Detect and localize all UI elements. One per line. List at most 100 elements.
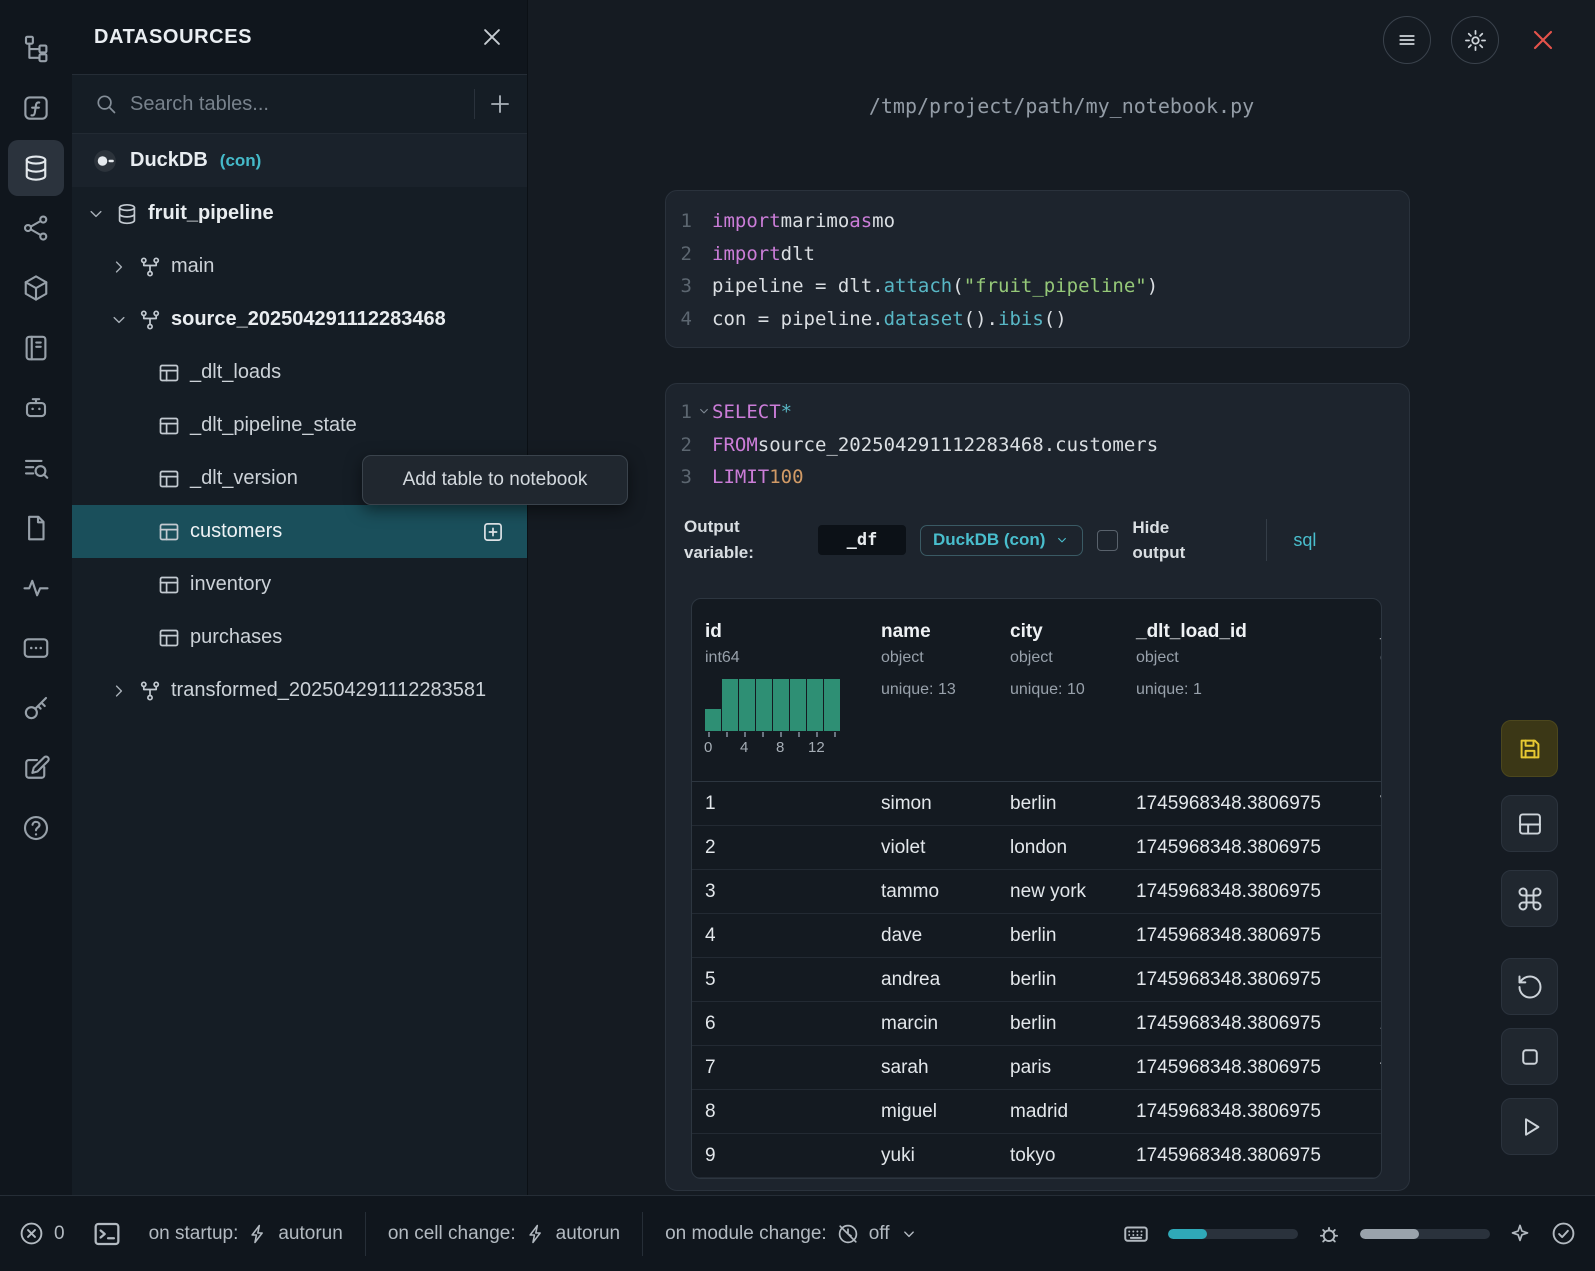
chevron-right-icon[interactable] <box>109 257 129 277</box>
column-header-id[interactable]: idint6404812 <box>692 599 868 781</box>
packages-icon[interactable] <box>8 260 64 316</box>
debug-width-slider[interactable] <box>1360 1229 1490 1239</box>
documentation-icon[interactable] <box>8 500 64 556</box>
ai-assistant-icon[interactable] <box>8 380 64 436</box>
error-count: 0 <box>54 1223 65 1245</box>
settings-button[interactable] <box>1451 16 1499 64</box>
notebook-path: /tmp/project/path/my_notebook.py <box>528 94 1595 118</box>
column-header-_dlt_id[interactable]: _dlt_idobjectunique: 13 <box>1367 599 1382 781</box>
interrupt-button[interactable] <box>1501 1028 1558 1085</box>
add-connection-button[interactable] <box>487 91 513 117</box>
undo-button[interactable] <box>1501 958 1558 1015</box>
close-icon <box>1528 25 1558 55</box>
window-controls <box>1383 16 1567 64</box>
table-cell: berlin <box>997 1013 1123 1035</box>
table-row[interactable]: 7sarahparis1745968348.3806975t <box>692 1046 1381 1090</box>
table-cell: 1745968348.3806975 <box>1123 1145 1367 1167</box>
table-cell: 9 <box>692 1145 868 1167</box>
table-cell: madrid <box>997 1101 1123 1123</box>
run-button[interactable] <box>1501 1098 1558 1155</box>
table-cell: 1745968348.3806975 <box>1123 1013 1367 1035</box>
python-code: 1import marimo as mo2import dlt3pipeline… <box>666 205 1409 335</box>
table-cell: miguel <box>868 1101 997 1123</box>
layout-button[interactable] <box>1501 795 1558 852</box>
snippets-icon[interactable] <box>8 620 64 676</box>
on-cell-change-setting[interactable]: on cell change: autorun <box>388 1223 620 1245</box>
scratchpad-icon[interactable] <box>8 740 64 796</box>
python-code-cell[interactable]: 1import marimo as mo2import dlt3pipeline… <box>665 190 1410 348</box>
variable-explorer-icon[interactable] <box>8 440 64 496</box>
tree-item-purchases[interactable]: purchases <box>72 611 527 664</box>
keyboard-width-slider[interactable] <box>1168 1229 1298 1239</box>
chevron-down-icon[interactable] <box>109 310 129 330</box>
help-icon[interactable] <box>8 800 64 856</box>
shortcuts-button[interactable] <box>1501 870 1558 927</box>
sql-language-tag[interactable]: sql <box>1293 530 1316 551</box>
divider <box>474 89 475 119</box>
table-cell: D <box>1367 837 1382 859</box>
bug-icon <box>1316 1221 1342 1247</box>
table-row[interactable]: 6marcinberlin1745968348.3806975z <box>692 1002 1381 1046</box>
column-header-name[interactable]: nameobjectunique: 13 <box>868 599 997 781</box>
tree-item-_dlt_loads[interactable]: _dlt_loads <box>72 346 527 399</box>
error-counter[interactable]: 0 <box>18 1220 65 1247</box>
tree-item-_dlt_pipeline_state[interactable]: _dlt_pipeline_state <box>72 399 527 452</box>
hide-output-checkbox[interactable] <box>1097 530 1118 551</box>
on-cell-change-label: on cell change: <box>388 1223 516 1245</box>
database-icon <box>115 202 139 226</box>
dependency-graph-icon[interactable] <box>8 200 64 256</box>
table-row[interactable]: 8miguelmadrid1745968348.3806975r <box>692 1090 1381 1134</box>
chevron-right-icon[interactable] <box>109 681 129 701</box>
divider <box>642 1212 643 1256</box>
notebook-area: /tmp/project/path/my_notebook.py 1import… <box>528 0 1595 1195</box>
output-variable-input[interactable]: _df <box>818 525 906 555</box>
menu-button[interactable] <box>1383 16 1431 64</box>
table-cell: london <box>997 837 1123 859</box>
table-row[interactable]: 1simonberlin1745968348.3806975V <box>692 782 1381 826</box>
on-module-change-setting[interactable]: on module change: off <box>665 1222 918 1246</box>
output-table[interactable]: idint6404812nameobjectunique: 13cityobje… <box>691 598 1382 1179</box>
tree-item-main[interactable]: main <box>72 240 527 293</box>
on-startup-label: on startup: <box>149 1223 239 1245</box>
table-cell: h <box>1367 925 1382 947</box>
sql-code-cell[interactable]: 1SELECT *2FROM source_202504291112283468… <box>665 383 1410 1191</box>
shutdown-button[interactable] <box>1519 16 1567 64</box>
on-startup-setting[interactable]: on startup: autorun <box>149 1223 343 1245</box>
notebook-icon[interactable] <box>8 320 64 376</box>
activity-icon[interactable] <box>8 560 64 616</box>
undo-icon <box>1516 973 1544 1001</box>
add-table-button[interactable] <box>481 520 505 544</box>
command-icon <box>1516 885 1544 913</box>
secrets-icon[interactable] <box>8 680 64 736</box>
terminal-button[interactable] <box>91 1218 123 1250</box>
tree-item-inventory[interactable]: inventory <box>72 558 527 611</box>
floppy-icon <box>1516 735 1544 763</box>
tree-item-customers[interactable]: customers <box>72 505 527 558</box>
save-button[interactable] <box>1501 720 1558 777</box>
column-header-city[interactable]: cityobjectunique: 10 <box>997 599 1123 781</box>
keyboard-icon <box>1122 1220 1150 1248</box>
column-header-_dlt_load_id[interactable]: _dlt_load_idobjectunique: 1 <box>1123 599 1367 781</box>
tree-item-label: purchases <box>190 626 282 649</box>
fold-chevron-icon[interactable] <box>696 403 712 419</box>
table-cell: violet <box>868 837 997 859</box>
engine-select[interactable]: DuckDB (con) <box>920 525 1083 556</box>
table-row[interactable]: 3tammonew york1745968348.3806975n <box>692 870 1381 914</box>
tree-item-source_202504291112283468[interactable]: source_202504291112283468 <box>72 293 527 346</box>
table-row[interactable]: 5andreaberlin1745968348.3806975k <box>692 958 1381 1002</box>
tree-item-fruit_pipeline[interactable]: fruit_pipeline <box>72 187 527 240</box>
bolt-icon <box>247 1223 269 1245</box>
function-icon[interactable] <box>8 80 64 136</box>
connection-row[interactable]: DuckDB (con) <box>72 134 527 187</box>
file-tree-icon[interactable] <box>8 20 64 76</box>
stop-icon <box>1516 1043 1544 1071</box>
table-row[interactable]: 4daveberlin1745968348.3806975h <box>692 914 1381 958</box>
table-row[interactable]: 9yukitokyo1745968348.3806975E <box>692 1134 1381 1178</box>
datasources-icon[interactable] <box>8 140 64 196</box>
table-row[interactable]: 2violetlondon1745968348.3806975D <box>692 826 1381 870</box>
search-input[interactable] <box>130 93 462 116</box>
chevron-down-icon[interactable] <box>86 204 106 224</box>
tree-item-transformed_202504291112283581[interactable]: transformed_202504291112283581 <box>72 664 527 717</box>
schema-icon <box>138 679 162 703</box>
close-panel-button[interactable] <box>479 24 505 50</box>
